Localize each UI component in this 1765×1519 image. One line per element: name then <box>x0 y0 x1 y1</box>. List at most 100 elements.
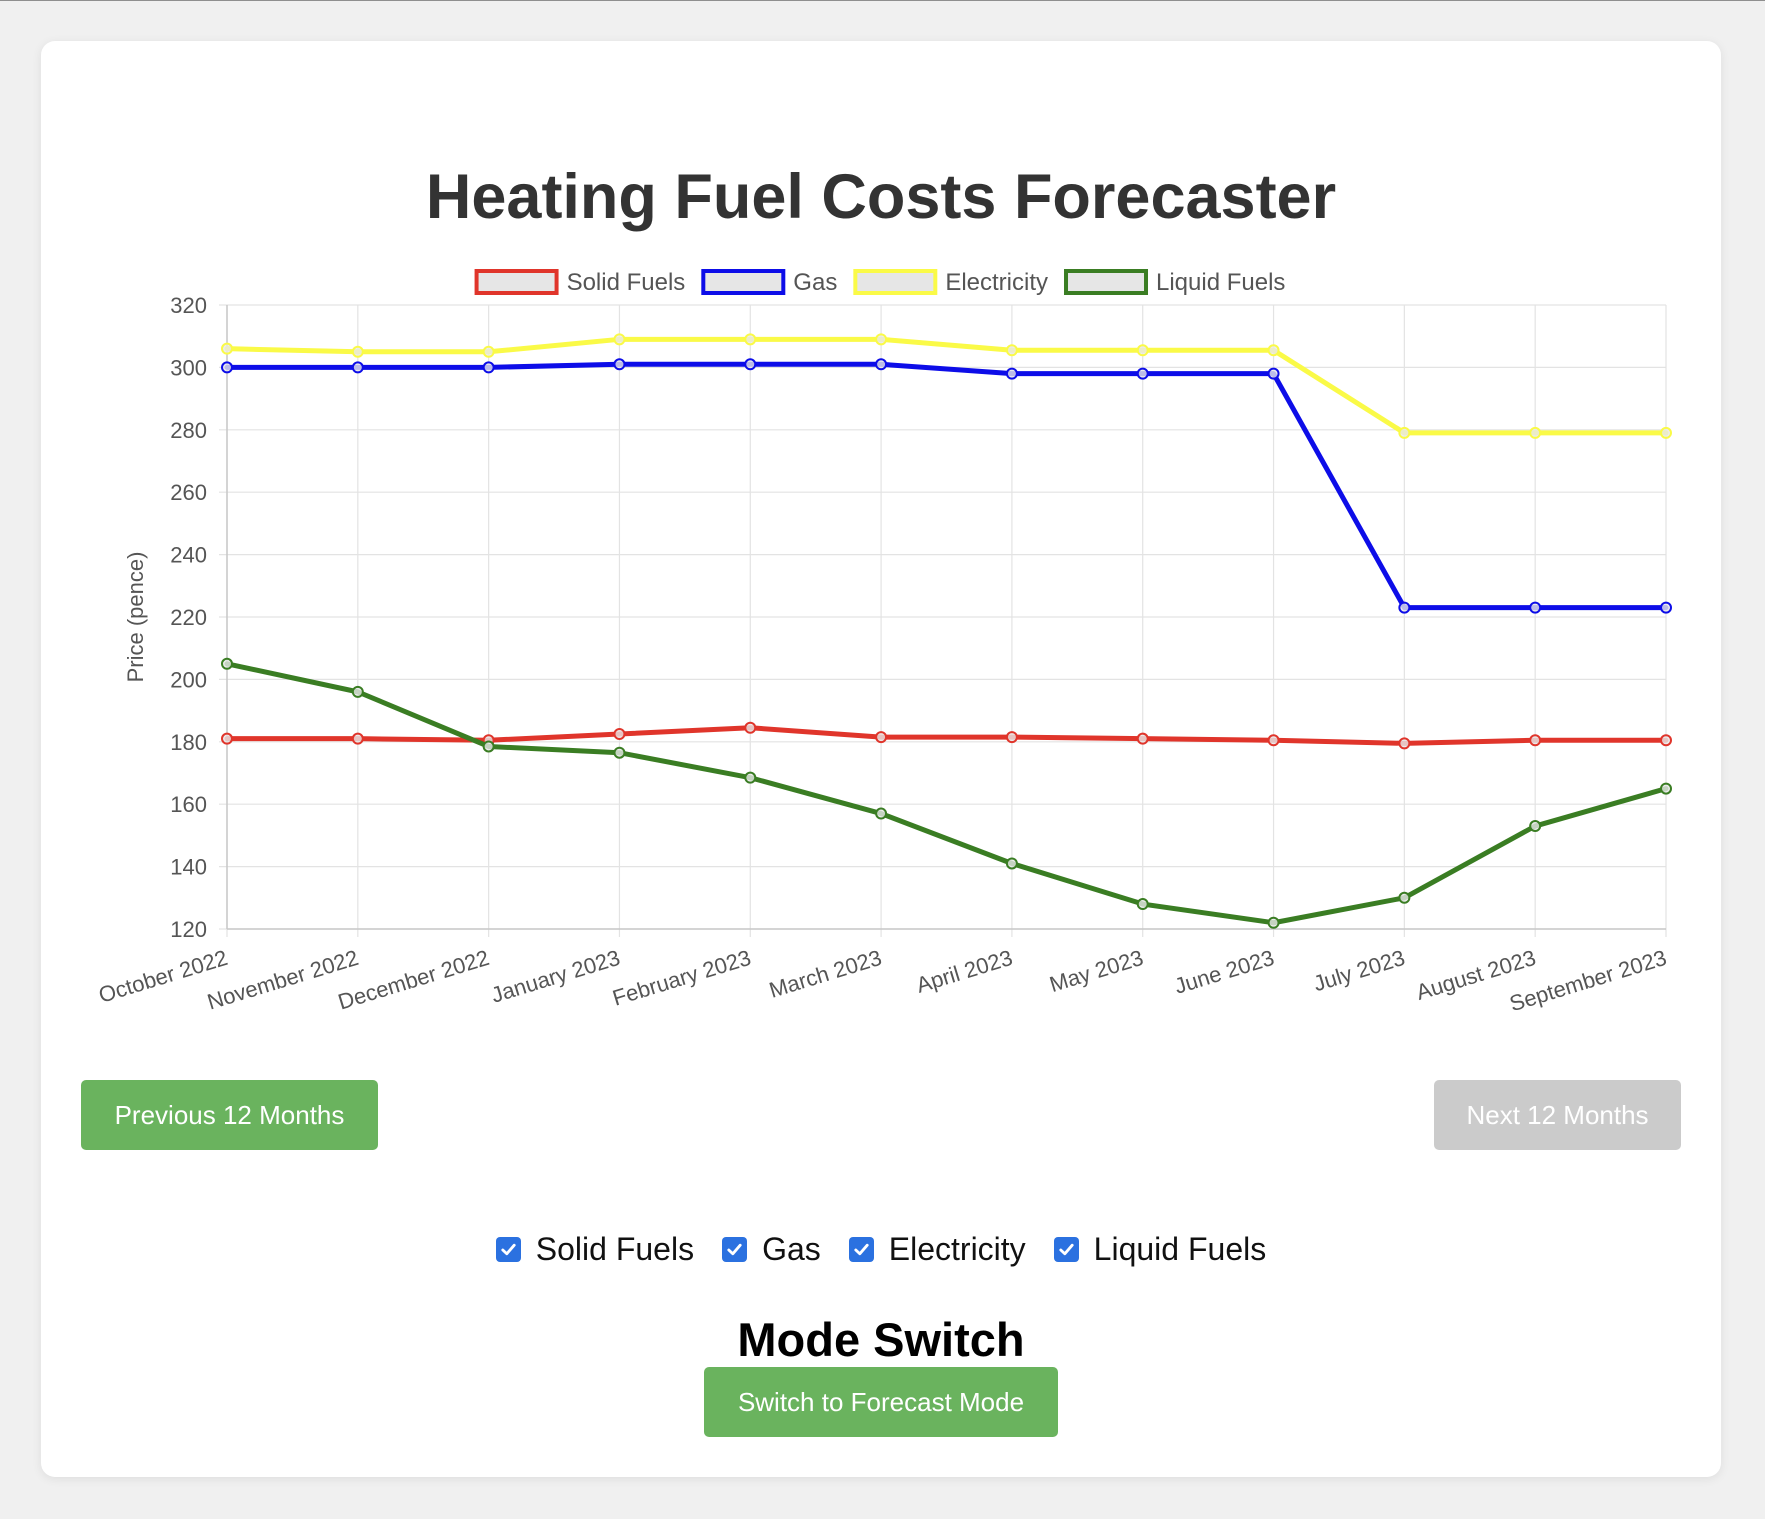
checkbox-solid-fuels[interactable] <box>495 1237 521 1262</box>
data-point <box>613 746 626 759</box>
toggle-label-solid-fuels: Solid Fuels <box>535 1231 695 1267</box>
x-tick-label: January 2023 <box>488 945 623 1008</box>
series-line <box>224 725 1669 746</box>
x-tick-label: April 2023 <box>913 945 1015 998</box>
data-point <box>744 358 757 371</box>
data-point <box>875 358 888 371</box>
data-point <box>1660 426 1672 439</box>
data-point <box>875 731 888 744</box>
y-axis-label: Price (pence) <box>123 552 148 683</box>
legend-label: Liquid Fuels <box>1156 269 1285 296</box>
y-tick-label: 240 <box>170 543 207 568</box>
switch-to-forecast-mode-button[interactable]: Switch to Forecast Mode <box>704 1367 1058 1437</box>
data-point <box>1136 344 1149 357</box>
mode-switch-heading: Mode Switch <box>737 1313 1025 1366</box>
data-point <box>744 333 757 346</box>
legend-label: Gas <box>793 269 837 296</box>
checkbox-electricity[interactable] <box>848 1237 874 1262</box>
y-tick-label: 260 <box>170 480 207 505</box>
x-tick-label: November 2022 <box>204 945 361 1015</box>
data-point <box>221 657 233 670</box>
data-point <box>1398 601 1411 614</box>
series-toggles: Solid Fuels Gas Electricity Liquid Fuels <box>41 1231 1721 1268</box>
data-point <box>482 361 495 374</box>
data-point <box>1660 601 1672 614</box>
series-line <box>224 361 1669 611</box>
toggle-liquid-fuels[interactable]: Liquid Fuels <box>1053 1231 1267 1268</box>
previous-12-months-button[interactable]: Previous 12 Months <box>81 1080 378 1150</box>
data-point <box>1005 857 1018 870</box>
legend-swatch <box>853 269 938 295</box>
toggle-solid-fuels[interactable]: Solid Fuels <box>495 1231 695 1268</box>
data-point <box>1267 734 1280 747</box>
checkmark-icon <box>727 1243 742 1256</box>
data-point <box>1398 426 1411 439</box>
data-point <box>221 342 233 355</box>
y-tick-label: 200 <box>170 667 207 692</box>
y-tick-label: 280 <box>170 418 207 443</box>
y-tick-label: 300 <box>170 355 207 380</box>
x-tick-label: July 2023 <box>1310 945 1407 996</box>
legend-label: Electricity <box>945 269 1048 296</box>
data-point <box>1267 916 1280 929</box>
y-tick-label: 120 <box>170 917 207 942</box>
checkmark-icon <box>1059 1243 1074 1256</box>
checkmark-icon <box>501 1243 516 1256</box>
data-point <box>1005 344 1018 357</box>
data-point <box>482 740 495 753</box>
y-tick-label: 220 <box>170 605 207 630</box>
legend-label: Solid Fuels <box>567 269 686 296</box>
x-tick-label: May 2023 <box>1046 945 1146 997</box>
data-point <box>1529 734 1542 747</box>
data-point <box>1398 891 1411 904</box>
data-point <box>744 771 757 784</box>
fuel-price-chart: 120 140 160 180 200 220 240 260 280 300 320 Price (… <box>96 269 1672 1016</box>
data-point <box>482 345 495 358</box>
toggle-electricity[interactable]: Electricity <box>848 1231 1026 1268</box>
data-point <box>221 361 233 374</box>
checkbox-liquid-fuels[interactable] <box>1053 1237 1079 1262</box>
y-tick-label: 180 <box>170 730 207 755</box>
checkbox-gas[interactable] <box>722 1237 748 1262</box>
x-tick-label: March 2023 <box>766 945 884 1003</box>
data-point <box>613 728 626 740</box>
data-point <box>1529 601 1542 614</box>
data-point <box>1136 732 1149 745</box>
data-point <box>744 721 757 734</box>
window-top-border <box>0 0 1765 1</box>
toggle-label-electricity: Electricity <box>888 1231 1026 1267</box>
legend-swatch <box>701 269 786 295</box>
legend-swatch <box>1064 269 1149 295</box>
toggle-label-gas: Gas <box>762 1231 821 1267</box>
data-point <box>613 333 626 346</box>
data-point <box>351 732 364 745</box>
data-point <box>351 345 364 358</box>
toggle-gas[interactable]: Gas <box>722 1231 821 1268</box>
data-point <box>1660 734 1672 747</box>
x-tick-label: June 2023 <box>1171 945 1277 999</box>
data-point <box>1267 367 1280 380</box>
y-tick-label: 140 <box>170 855 207 880</box>
x-tick-label: February 2023 <box>610 945 754 1011</box>
data-point <box>1529 426 1542 439</box>
data-point <box>1660 782 1672 795</box>
data-point <box>351 361 364 374</box>
toggle-label-liquid-fuels: Liquid Fuels <box>1093 1231 1267 1267</box>
data-point <box>1005 367 1018 380</box>
x-tick-label: December 2022 <box>335 945 492 1015</box>
y-tick-label: 160 <box>170 792 207 817</box>
checkmark-icon <box>854 1243 869 1256</box>
app-card: Heating Fuel Costs Forecaster 120 140 160 1… <box>41 41 1721 1477</box>
series-line <box>224 661 1669 926</box>
data-point <box>1005 731 1018 744</box>
data-point <box>875 333 888 346</box>
data-point <box>875 807 888 820</box>
data-point <box>1267 344 1280 357</box>
data-point <box>1398 737 1411 750</box>
y-tick-label: 320 <box>170 293 207 318</box>
next-12-months-button[interactable]: Next 12 Months <box>1434 1080 1681 1150</box>
data-point <box>613 358 626 371</box>
data-point <box>221 732 233 745</box>
data-point <box>351 685 364 698</box>
data-point <box>1136 898 1149 911</box>
